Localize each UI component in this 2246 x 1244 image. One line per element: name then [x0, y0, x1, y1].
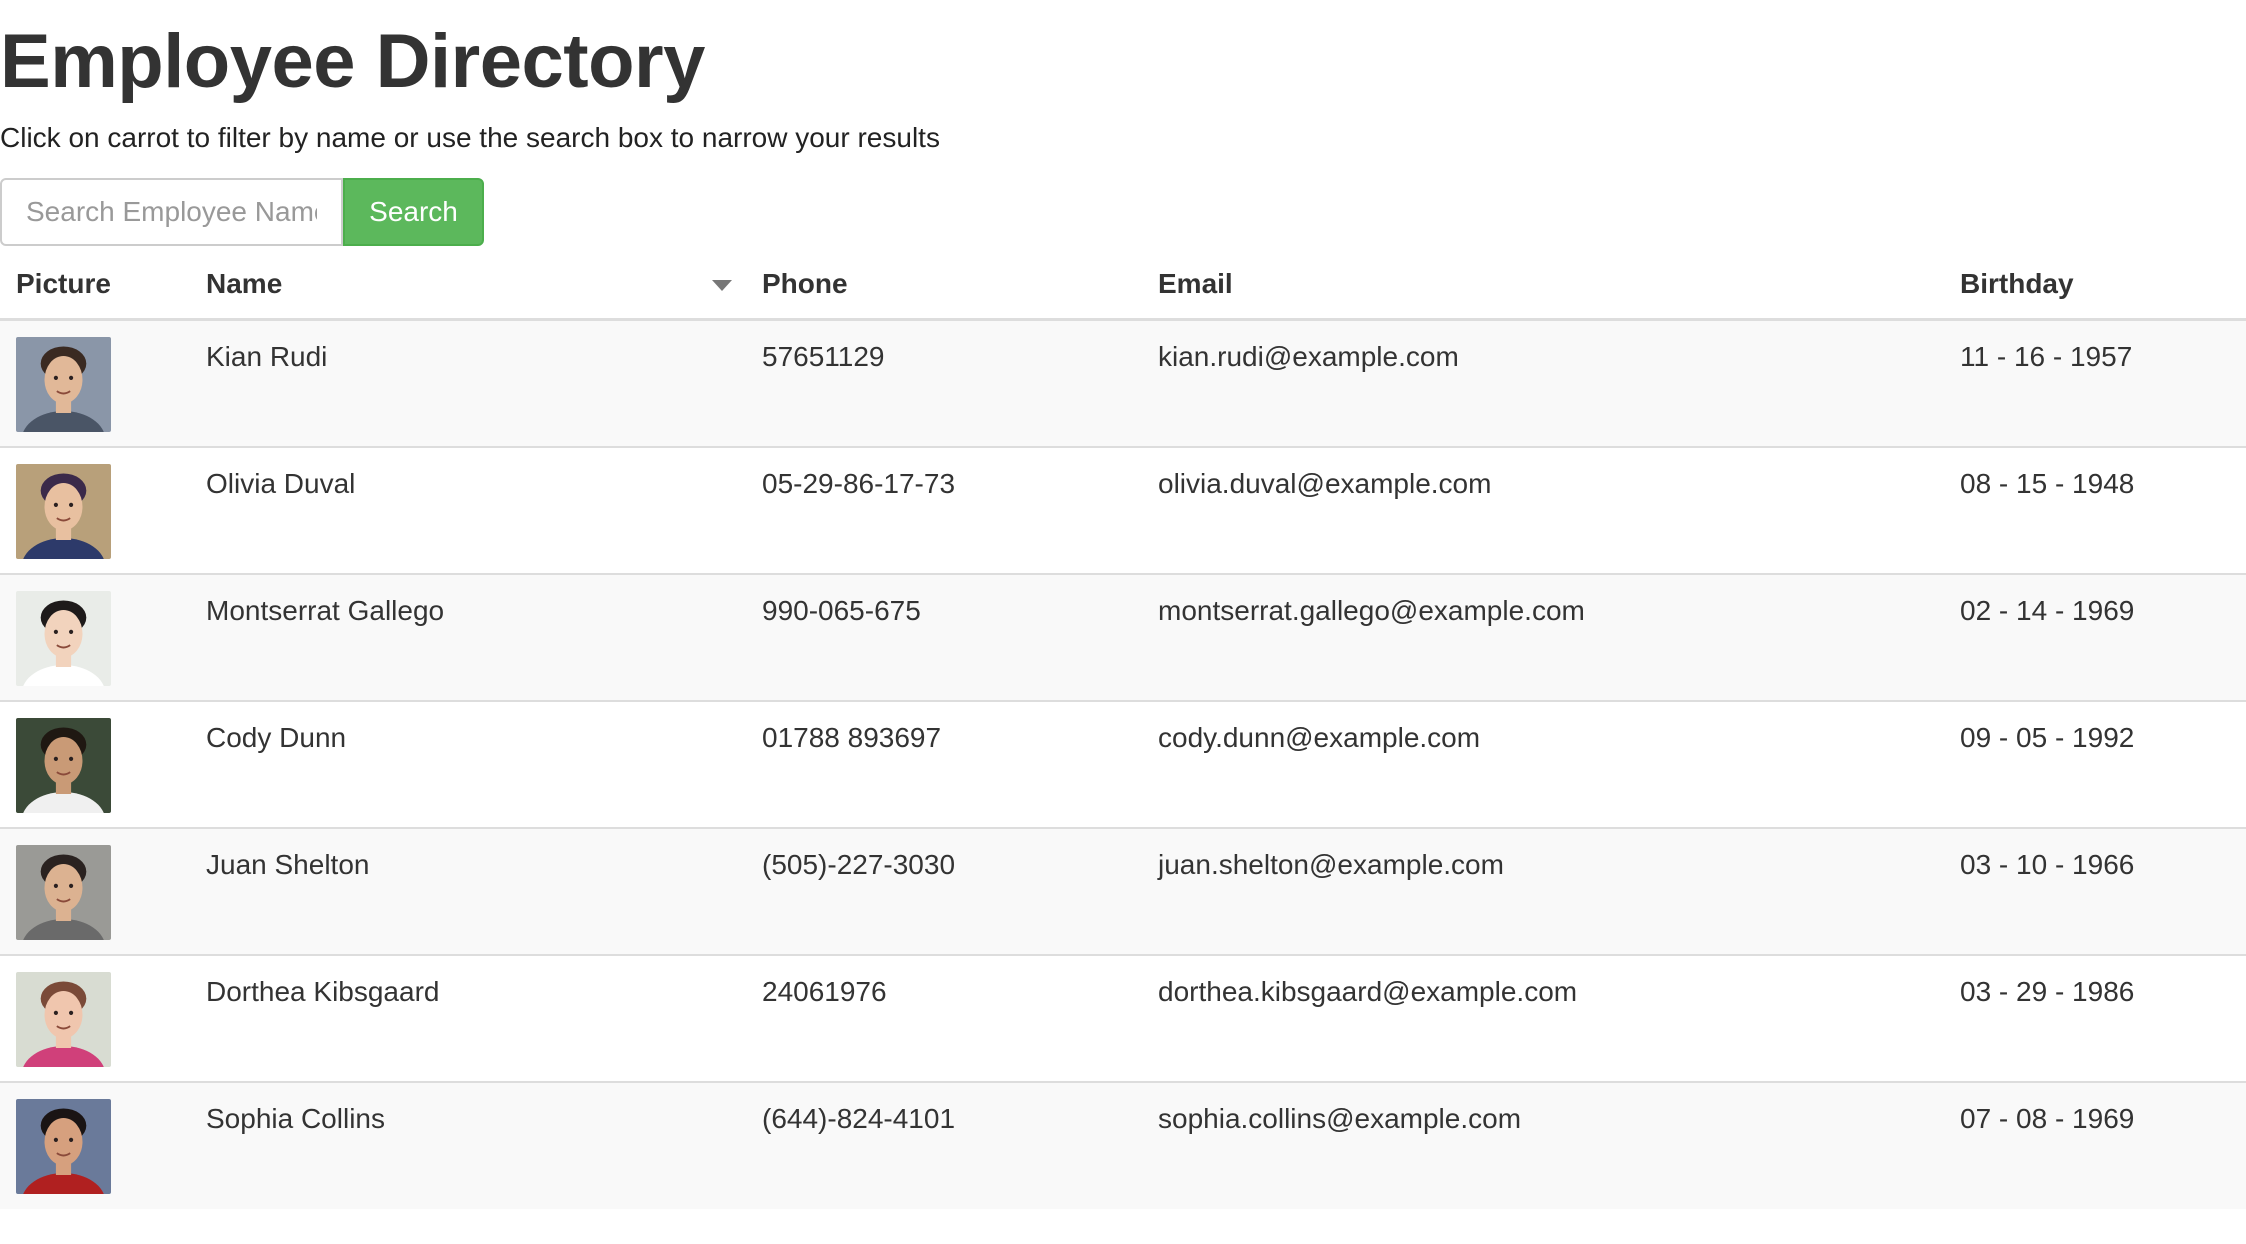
employee-phone: 05-29-86-17-73 [762, 467, 956, 499]
employee-email: cody.dunn@example.com [1158, 721, 1481, 753]
employee-directory-page: Employee Directory Click on carrot to fi… [0, 0, 2246, 1244]
employee-picture-cell [0, 318, 190, 447]
employee-phone-cell: (505)-227-3030 [746, 826, 1142, 955]
employee-picture-cell [0, 826, 190, 955]
employee-name: Olivia Duval [206, 467, 356, 499]
employee-name-cell: Montserrat Gallego [190, 572, 746, 701]
employee-picture-cell [0, 953, 190, 1082]
search-input[interactable] [0, 178, 343, 246]
column-header-name[interactable]: Name [190, 250, 746, 321]
avatar [16, 971, 111, 1067]
employee-phone-cell: 57651129 [746, 318, 1142, 447]
table-body: Kian Rudi 57651129 kian.rudi@example.com 11… [0, 318, 2246, 1209]
caret-down-icon[interactable] [712, 279, 732, 291]
column-header-name-label: Name [206, 268, 283, 299]
column-header-email: Email [1142, 250, 1944, 321]
employee-birthday-cell: 11 - 16 - 1957 [1944, 318, 2246, 447]
employee-table: Picture Name Phone Email Birthday Kian R… [0, 250, 2246, 1209]
employee-name: Sophia Collins [206, 1102, 385, 1134]
employee-phone: (644)-824-4101 [762, 1102, 956, 1134]
employee-name: Kian Rudi [206, 341, 328, 372]
table-row: Juan Shelton (505)-227-3030 juan.shelton@e… [0, 826, 2246, 955]
employee-phone-cell: (644)-824-4101 [746, 1080, 1142, 1209]
employee-birthday: 09 - 05 - 1992 [1960, 721, 2135, 753]
employee-picture-cell [0, 699, 190, 828]
employee-email: olivia.duval@example.com [1158, 467, 1492, 499]
column-header-birthday: Birthday [1944, 250, 2246, 321]
employee-birthday: 11 - 16 - 1957 [1960, 341, 2133, 372]
employee-email: juan.shelton@example.com [1158, 848, 1504, 880]
employee-email-cell: sophia.collins@example.com [1142, 1080, 1944, 1209]
employee-email: sophia.collins@example.com [1158, 1102, 1522, 1134]
table-row: Kian Rudi 57651129 kian.rudi@example.com 11… [0, 318, 2246, 447]
employee-phone: (505)-227-3030 [762, 848, 956, 880]
employee-email-cell: kian.rudi@example.com [1142, 318, 1944, 447]
employee-name: Juan Shelton [206, 848, 370, 880]
employee-birthday: 03 - 10 - 1966 [1960, 848, 2135, 880]
page-subtitle: Click on carrot to filter by name or use… [0, 122, 940, 153]
employee-name-cell: Juan Shelton [190, 826, 746, 955]
employee-email-cell: montserrat.gallego@example.com [1142, 572, 1944, 701]
employee-email-cell: dorthea.kibsgaard@example.com [1142, 953, 1944, 1082]
column-header-phone: Phone [746, 250, 1142, 321]
table-row: Sophia Collins (644)-824-4101 sophia.colli… [0, 1080, 2246, 1209]
employee-email: kian.rudi@example.com [1158, 341, 1459, 372]
avatar [16, 590, 111, 686]
avatar [16, 1098, 111, 1194]
employee-name-cell: Dorthea Kibsgaard [190, 953, 746, 1082]
page-title: Employee Directory [0, 19, 705, 104]
employee-picture-cell [0, 572, 190, 701]
employee-birthday-cell: 03 - 10 - 1966 [1944, 826, 2246, 955]
employee-phone-cell: 01788 893697 [746, 699, 1142, 828]
avatar [16, 463, 111, 559]
table-row: Montserrat Gallego 990-065-675 montserrat.… [0, 572, 2246, 701]
employee-email: dorthea.kibsgaard@example.com [1158, 975, 1578, 1007]
search-button[interactable]: Search [343, 178, 484, 246]
employee-name-cell: Cody Dunn [190, 699, 746, 828]
employee-birthday: 08 - 15 - 1948 [1960, 467, 2135, 499]
employee-name-cell: Olivia Duval [190, 445, 746, 574]
employee-name: Cody Dunn [206, 721, 347, 753]
employee-picture-cell [0, 445, 190, 574]
employee-birthday-cell: 09 - 05 - 1992 [1944, 699, 2246, 828]
employee-email-cell: cody.dunn@example.com [1142, 699, 1944, 828]
employee-birthday-cell: 02 - 14 - 1969 [1944, 572, 2246, 701]
avatar [16, 844, 111, 940]
employee-birthday-cell: 07 - 08 - 1969 [1944, 1080, 2246, 1209]
employee-picture-cell [0, 1080, 190, 1209]
employee-birthday-cell: 03 - 29 - 1986 [1944, 953, 2246, 1082]
table-header-row: Picture Name Phone Email Birthday [0, 250, 2246, 321]
employee-name: Montserrat Gallego [206, 594, 445, 626]
employee-phone: 990-065-675 [762, 594, 921, 626]
employee-birthday-cell: 08 - 15 - 1948 [1944, 445, 2246, 574]
employee-phone: 01788 893697 [762, 721, 942, 753]
table-row: Olivia Duval 05-29-86-17-73 olivia.duval@e… [0, 445, 2246, 574]
employee-phone: 57651129 [762, 341, 885, 372]
search-form: Search [0, 178, 484, 246]
employee-birthday: 02 - 14 - 1969 [1960, 594, 2135, 626]
employee-email-cell: juan.shelton@example.com [1142, 826, 1944, 955]
avatar [16, 337, 111, 432]
employee-name-cell: Kian Rudi [190, 318, 746, 447]
employee-name-cell: Sophia Collins [190, 1080, 746, 1209]
table-header: Picture Name Phone Email Birthday [0, 250, 2246, 321]
employee-phone-cell: 990-065-675 [746, 572, 1142, 701]
employee-name: Dorthea Kibsgaard [206, 975, 440, 1007]
avatar [16, 717, 111, 813]
employee-email-cell: olivia.duval@example.com [1142, 445, 1944, 574]
employee-birthday: 03 - 29 - 1986 [1960, 975, 2135, 1007]
column-header-picture: Picture [0, 250, 190, 321]
employee-phone-cell: 24061976 [746, 953, 1142, 1082]
employee-phone: 24061976 [762, 975, 887, 1007]
employee-birthday: 07 - 08 - 1969 [1960, 1102, 2135, 1134]
table-row: Dorthea Kibsgaard 24061976 dorthea.kibsgaa… [0, 953, 2246, 1082]
employee-email: montserrat.gallego@example.com [1158, 594, 1585, 626]
employee-phone-cell: 05-29-86-17-73 [746, 445, 1142, 574]
table-row: Cody Dunn 01788 893697 cody.dunn@example.c… [0, 699, 2246, 828]
